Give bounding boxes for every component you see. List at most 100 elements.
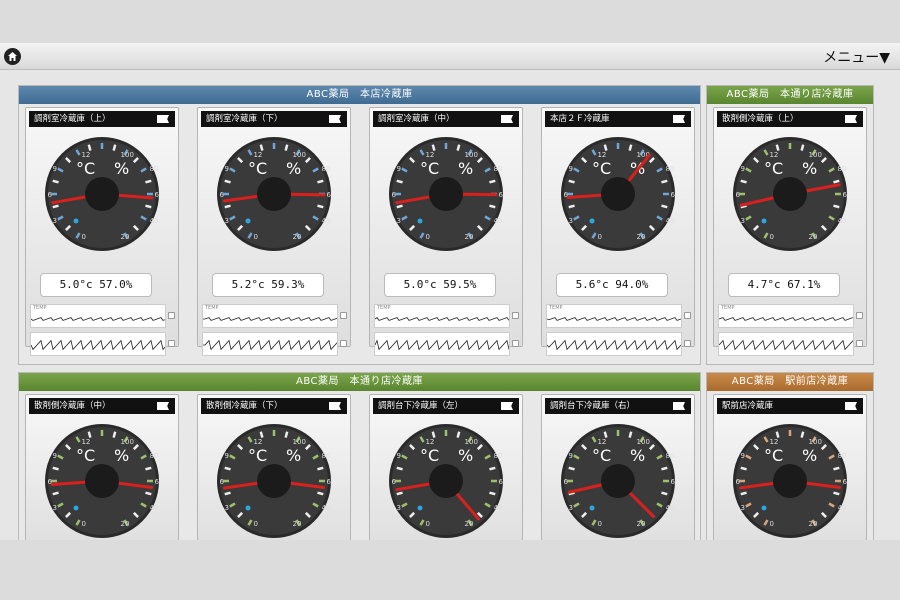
scale-tick (87, 144, 92, 151)
fridge-panel[interactable]: 調剤台下冷蔵庫（左） 12 9 6 3 0 100 80 60 40 20 °C% (369, 394, 523, 540)
humidity-tick-label: 40 (837, 504, 846, 512)
flag-icon[interactable] (501, 402, 513, 410)
temp-tick-label: 9 (225, 452, 229, 460)
temp-tick-label: 9 (53, 165, 57, 173)
flag-icon[interactable] (501, 115, 513, 123)
panel-title: 散剤側冷蔵庫（上） (717, 111, 863, 127)
graph-checkbox[interactable] (856, 312, 863, 319)
gauge-hub (85, 177, 119, 211)
fridge-panel[interactable]: 調剤室冷蔵庫（下） 12 9 6 3 0 100 80 60 40 20 °C% 5.2°c 59.3%… (197, 107, 351, 356)
temp-tick-label: 0 (769, 520, 773, 528)
graph-checkbox[interactable] (512, 340, 519, 347)
humidity-tick-label: 40 (493, 504, 502, 512)
scale-tick (112, 144, 117, 151)
scale-tick (52, 466, 59, 471)
temp-unit: °C (248, 159, 267, 178)
temp-unit: °C (420, 446, 439, 465)
humidity-tick-label: 80 (149, 452, 158, 460)
flag-icon[interactable] (845, 115, 857, 123)
section-title: ABC薬局 本通り店冷蔵庫 (707, 86, 873, 104)
scale-tick (259, 431, 264, 438)
humidity-tick-label: 40 (493, 217, 502, 225)
scale-tick (800, 431, 805, 438)
status-dot (245, 218, 251, 224)
humidity-trend-graph (202, 332, 338, 356)
humidity-tick-label: 40 (665, 504, 674, 512)
gauge-svg: 12963010080604020°C% (733, 424, 851, 538)
flag-icon[interactable] (673, 402, 685, 410)
fridge-panel[interactable]: 散剤側冷蔵庫（中）12963010080604020°C% (25, 394, 179, 540)
fridge-panel[interactable]: 駅前店冷蔵庫 12 9 6 3 0 100 80 60 40 20 °C% (713, 394, 867, 540)
temp-humidity-gauge: 12963010080604020°C% (560, 136, 679, 252)
scale-tick (661, 204, 668, 209)
humidity-tick-label: 100 (293, 151, 306, 159)
gauge-svg: 12963010080604020°C% (45, 424, 163, 538)
trend-line (30, 317, 166, 321)
home-icon[interactable] (4, 48, 21, 65)
panel-title: 調剤台下冷蔵庫（右） (545, 398, 691, 414)
graph-label: TEMP (33, 305, 47, 311)
gauge-svg: 12963010080604020°C% (561, 137, 679, 251)
humidity-tick-label: 20 (121, 520, 130, 528)
scale-tick (396, 204, 403, 209)
scale-tick (568, 466, 575, 471)
menu-button[interactable]: メニュー▼ (823, 47, 890, 67)
graph-checkbox[interactable] (684, 312, 691, 319)
graph-checkbox[interactable] (512, 312, 519, 319)
humidity-tick-label: 100 (293, 438, 306, 446)
graph-checkbox[interactable] (340, 312, 347, 319)
flag-icon[interactable] (157, 402, 169, 410)
humidity-tick-label: 40 (321, 504, 330, 512)
temp-tick-label: 12 (253, 438, 262, 446)
reading-display: 5.6°c 94.0% (556, 273, 668, 297)
fridge-panel[interactable]: 調剤室冷蔵庫（上） 12 9 6 3 0 100 80 60 40 20 °C% 5.0°c 57.0%… (25, 107, 179, 356)
humidity-tick-label: 80 (493, 452, 502, 460)
fridge-panel[interactable]: 散剤側冷蔵庫（上） 12 9 6 3 0 100 80 60 40 20 °C% 4.7°c 67.1%… (713, 107, 867, 356)
graph-checkbox[interactable] (168, 340, 175, 347)
flag-icon[interactable] (673, 115, 685, 123)
graph-checkbox[interactable] (168, 312, 175, 319)
flag-icon[interactable] (329, 402, 341, 410)
humidity-tick-label: 80 (149, 165, 158, 173)
humidity-tick-label: 20 (121, 233, 130, 241)
flag-icon[interactable] (845, 402, 857, 410)
humidity-tick-label: 60 (499, 191, 504, 199)
scale-tick (833, 204, 840, 209)
temp-trend-graph: TEMP (30, 304, 166, 328)
section-title: ABC薬局 本通り店冷蔵庫 (19, 373, 700, 391)
temp-tick-label: 0 (597, 233, 601, 241)
temp-tick-label: 0 (425, 520, 429, 528)
temp-tick-label: 6 (391, 478, 396, 486)
fridge-panel[interactable]: 本店２Ｆ冷蔵庫12963010080604020°C%5.6°c 94.0%TE… (541, 107, 695, 356)
gauge-svg: 12963010080604020°C% (561, 424, 679, 538)
temp-tick-label: 3 (225, 504, 229, 512)
graph-checkbox[interactable] (340, 340, 347, 347)
fridge-panel[interactable]: 散剤側冷蔵庫（下） 12 9 6 3 0 100 80 60 40 20 °C% (197, 394, 351, 540)
scale-tick (396, 466, 403, 471)
humidity-tick-label: 60 (155, 191, 160, 199)
scale-tick (489, 179, 496, 184)
fridge-panel[interactable]: 調剤台下冷蔵庫（右） 12 9 6 3 0 100 80 60 40 20 °C% (541, 394, 695, 540)
scale-tick (224, 466, 231, 471)
humidity-tick-label: 80 (321, 165, 330, 173)
flag-icon[interactable] (329, 115, 341, 123)
scale-tick (145, 466, 152, 471)
gauge-hub (257, 464, 291, 498)
scale-tick (628, 144, 633, 151)
humidity-tick-label: 20 (465, 233, 474, 241)
humidity-tick-label: 100 (121, 151, 134, 159)
flag-icon[interactable] (157, 115, 169, 123)
gauge-svg: 12963010080604020°C% (733, 137, 851, 251)
graph-checkbox[interactable] (684, 340, 691, 347)
gauge-svg: 12963010080604020°C% (217, 137, 335, 251)
temp-tick-label: 6 (735, 478, 740, 486)
humidity-unit: % (630, 446, 645, 465)
temp-tick-label: 12 (425, 151, 434, 159)
scale-tick (661, 466, 668, 471)
humidity-tick-label: 60 (843, 478, 848, 486)
temp-tick-label: 12 (253, 151, 262, 159)
graph-checkbox[interactable] (856, 340, 863, 347)
temp-unit: °C (764, 446, 783, 465)
temp-tick-label: 0 (425, 233, 429, 241)
fridge-panel[interactable]: 調剤室冷蔵庫（中） 12 9 6 3 0 100 80 60 40 20 °C% 5.0°c 59.5%… (369, 107, 523, 356)
